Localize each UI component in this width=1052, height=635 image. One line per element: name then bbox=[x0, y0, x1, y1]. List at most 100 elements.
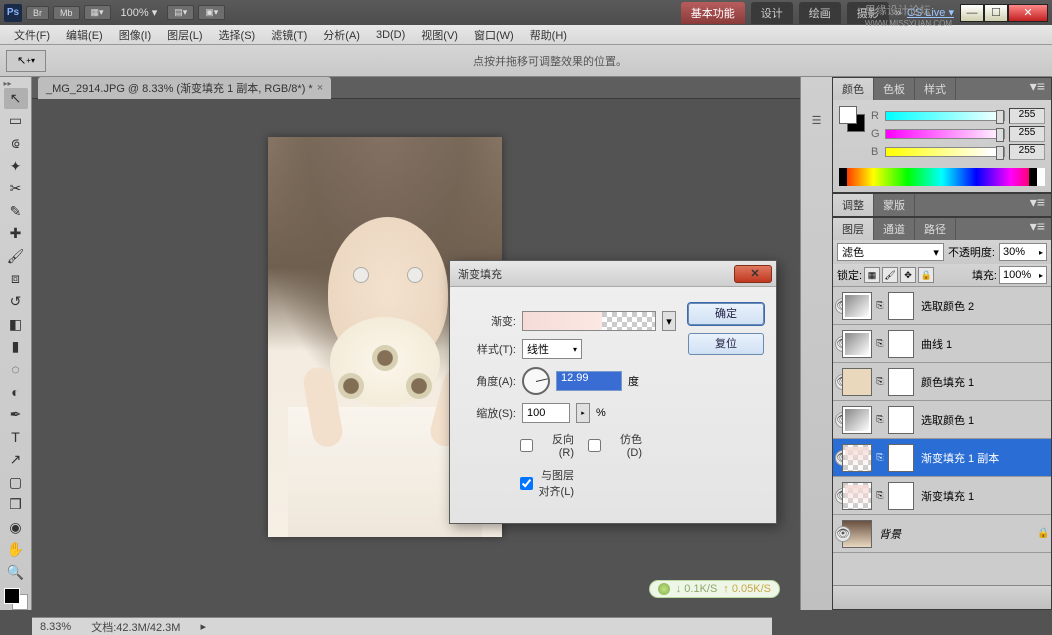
extras-button[interactable]: ▣▾ bbox=[198, 5, 225, 20]
blend-mode-select[interactable]: 滤色 bbox=[837, 243, 944, 261]
workspace-essentials[interactable]: 基本功能 bbox=[681, 2, 745, 24]
layer-row[interactable]: 👁⎘选取颜色 2 bbox=[833, 287, 1051, 325]
arrange-docs-button[interactable]: ▤▾ bbox=[167, 5, 194, 20]
panel-menu-icon[interactable]: ▾≡ bbox=[1024, 218, 1051, 240]
dodge-tool[interactable]: ◐ bbox=[4, 382, 28, 403]
style-select[interactable]: 线性 bbox=[522, 339, 582, 359]
reset-button[interactable]: 复位 bbox=[688, 333, 764, 355]
menu-filter[interactable]: 滤镜(T) bbox=[263, 25, 315, 45]
scale-stepper[interactable]: ▸ bbox=[576, 403, 590, 423]
path-select-tool[interactable]: ↗ bbox=[4, 449, 28, 470]
gradient-picker[interactable] bbox=[522, 311, 656, 331]
fill-input[interactable]: 100%▸ bbox=[999, 266, 1047, 284]
close-tab-icon[interactable]: × bbox=[317, 82, 323, 94]
menu-select[interactable]: 选择(S) bbox=[211, 25, 264, 45]
window-minimize-button[interactable]: — bbox=[960, 4, 984, 22]
zoom-level-select[interactable]: 100% ▾ bbox=[115, 6, 164, 19]
lock-transparency-icon[interactable]: ▦ bbox=[864, 267, 880, 283]
heal-tool[interactable]: ✚ bbox=[4, 223, 28, 244]
window-close-button[interactable]: ✕ bbox=[1008, 4, 1048, 22]
menu-edit[interactable]: 编辑(E) bbox=[58, 25, 111, 45]
workspace-design[interactable]: 设计 bbox=[751, 2, 793, 24]
screen-mode-button[interactable]: ▦▾ bbox=[84, 5, 111, 20]
menu-help[interactable]: 帮助(H) bbox=[522, 25, 575, 45]
wand-tool[interactable]: ✦ bbox=[4, 156, 28, 177]
menu-window[interactable]: 窗口(W) bbox=[466, 25, 522, 45]
status-zoom[interactable]: 8.33% bbox=[40, 621, 71, 633]
menu-analysis[interactable]: 分析(A) bbox=[315, 25, 368, 45]
tab-color[interactable]: 颜色 bbox=[833, 78, 874, 100]
zoom-tool[interactable]: 🔍 bbox=[4, 562, 28, 583]
stamp-tool[interactable]: ⧈ bbox=[4, 269, 28, 290]
g-value[interactable]: 255 bbox=[1009, 126, 1045, 142]
layer-name[interactable]: 背景 bbox=[875, 526, 1034, 542]
angle-input[interactable]: 12.99 bbox=[556, 371, 622, 391]
minibridge-button[interactable]: Mb bbox=[53, 6, 80, 20]
tab-masks[interactable]: 蒙版 bbox=[874, 194, 915, 216]
menu-layer[interactable]: 图层(L) bbox=[159, 25, 210, 45]
history-brush-tool[interactable]: ↺ bbox=[4, 291, 28, 312]
eraser-tool[interactable]: ◧ bbox=[4, 314, 28, 335]
layer-name[interactable]: 渐变填充 1 bbox=[917, 488, 1049, 504]
layer-row[interactable]: 👁⎘颜色填充 1 bbox=[833, 363, 1051, 401]
lock-position-icon[interactable]: ✥ bbox=[900, 267, 916, 283]
3d-tool[interactable]: ❒ bbox=[4, 494, 28, 515]
dialog-close-button[interactable]: ✕ bbox=[734, 265, 772, 283]
menu-file[interactable]: 文件(F) bbox=[6, 25, 58, 45]
angle-dial[interactable] bbox=[522, 367, 550, 395]
tab-adjustments[interactable]: 调整 bbox=[833, 194, 874, 216]
layer-name[interactable]: 选取颜色 2 bbox=[917, 298, 1049, 314]
history-panel-icon[interactable]: ☰ bbox=[806, 109, 828, 131]
opacity-input[interactable]: 30%▸ bbox=[999, 243, 1047, 261]
window-maximize-button[interactable]: ☐ bbox=[984, 4, 1008, 22]
gradient-dropdown-button[interactable]: ▾ bbox=[662, 311, 676, 331]
layer-row[interactable]: 👁⎘曲线 1 bbox=[833, 325, 1051, 363]
layer-row[interactable]: 👁⎘渐变填充 1 副本 bbox=[833, 439, 1051, 477]
menu-3d[interactable]: 3D(D) bbox=[368, 27, 413, 43]
layer-name[interactable]: 颜色填充 1 bbox=[917, 374, 1049, 390]
b-value[interactable]: 255 bbox=[1009, 144, 1045, 160]
lock-all-icon[interactable]: 🔒 bbox=[918, 267, 934, 283]
layer-name[interactable]: 选取颜色 1 bbox=[917, 412, 1049, 428]
workspace-painting[interactable]: 绘画 bbox=[799, 2, 841, 24]
layer-row[interactable]: 👁⎘选取颜色 1 bbox=[833, 401, 1051, 439]
document-tab[interactable]: _MG_2914.JPG @ 8.33% (渐变填充 1 副本, RGB/8*)… bbox=[38, 77, 331, 99]
tool-preset-picker[interactable]: ↖+▾ bbox=[6, 50, 46, 72]
reverse-checkbox[interactable]: 反向(R) bbox=[520, 431, 574, 459]
tab-swatches[interactable]: 色板 bbox=[874, 78, 915, 100]
blur-tool[interactable]: ◌ bbox=[4, 359, 28, 380]
menu-image[interactable]: 图像(I) bbox=[111, 25, 159, 45]
r-value[interactable]: 255 bbox=[1009, 108, 1045, 124]
crop-tool[interactable]: ✂ bbox=[4, 178, 28, 199]
panel-menu-icon[interactable]: ▾≡ bbox=[1024, 194, 1051, 216]
dialog-titlebar[interactable]: 渐变填充 ✕ bbox=[450, 261, 776, 287]
tab-channels[interactable]: 通道 bbox=[874, 218, 915, 240]
eyedropper-tool[interactable]: ✎ bbox=[4, 201, 28, 222]
marquee-tool[interactable]: ▭ bbox=[4, 111, 28, 132]
color-swatches[interactable] bbox=[4, 588, 28, 610]
move-tool[interactable]: ↖ bbox=[4, 88, 28, 109]
tab-paths[interactable]: 路径 bbox=[915, 218, 956, 240]
gradient-tool[interactable]: ▮ bbox=[4, 336, 28, 357]
tab-styles[interactable]: 样式 bbox=[915, 78, 956, 100]
visibility-toggle-icon[interactable]: 👁 bbox=[835, 526, 851, 542]
3d-camera-tool[interactable]: ◉ bbox=[4, 517, 28, 538]
b-slider[interactable] bbox=[885, 147, 1005, 157]
lasso-tool[interactable]: ⟃ bbox=[4, 133, 28, 154]
color-fg-bg-swatch[interactable] bbox=[839, 106, 865, 132]
color-spectrum[interactable] bbox=[839, 168, 1045, 186]
g-slider[interactable] bbox=[885, 129, 1005, 139]
layer-name[interactable]: 渐变填充 1 副本 bbox=[917, 450, 1049, 466]
tab-layers[interactable]: 图层 bbox=[833, 218, 874, 240]
bridge-button[interactable]: Br bbox=[26, 6, 49, 20]
hand-tool[interactable]: ✋ bbox=[4, 540, 28, 561]
align-checkbox[interactable]: 与图层对齐(L) bbox=[520, 467, 574, 499]
shape-tool[interactable]: ▢ bbox=[4, 472, 28, 493]
pen-tool[interactable]: ✒ bbox=[4, 404, 28, 425]
layer-row[interactable]: 👁⎘渐变填充 1 bbox=[833, 477, 1051, 515]
layer-name[interactable]: 曲线 1 bbox=[917, 336, 1049, 352]
scale-input[interactable]: 100 bbox=[522, 403, 570, 423]
brush-tool[interactable]: 🖌 bbox=[4, 246, 28, 267]
r-slider[interactable] bbox=[885, 111, 1005, 121]
panel-menu-icon[interactable]: ▾≡ bbox=[1024, 78, 1051, 100]
